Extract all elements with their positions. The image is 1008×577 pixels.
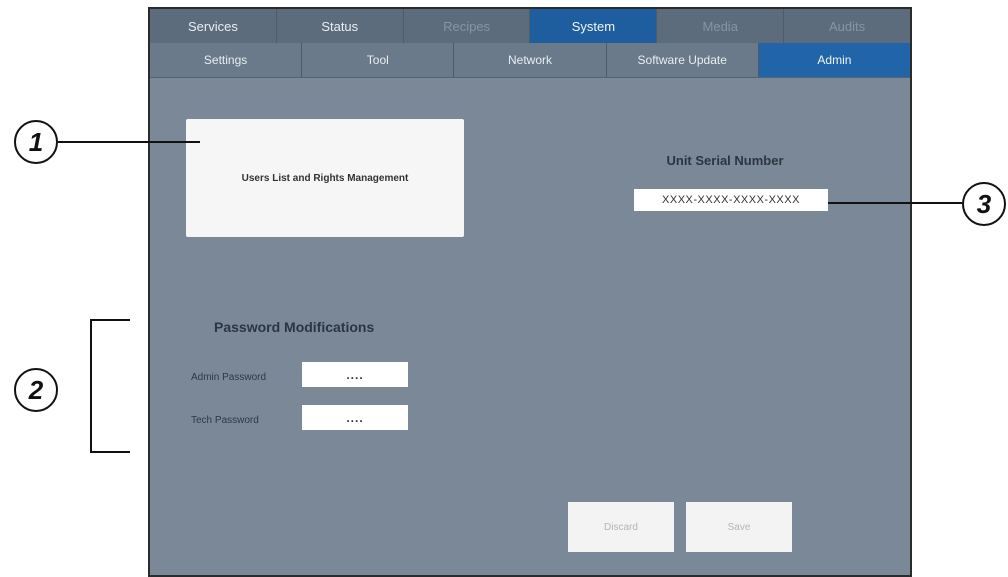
tab-settings[interactable]: Settings <box>150 43 303 77</box>
callout-1: 1 <box>14 120 58 164</box>
tab-tool[interactable]: Tool <box>302 43 455 77</box>
save-button[interactable]: Save <box>686 502 792 552</box>
tab-audits[interactable]: Audits <box>784 9 910 43</box>
users-rights-management-label: Users List and Rights Management <box>241 172 409 184</box>
tab-software-update[interactable]: Software Update <box>607 43 759 77</box>
primary-tab-bar: Services Status Recipes System Media Aud… <box>150 9 910 43</box>
tab-system[interactable]: System <box>530 9 658 43</box>
callout-2-bracket-bottom <box>90 451 130 453</box>
admin-screen: Services Status Recipes System Media Aud… <box>148 7 912 577</box>
users-rights-management-button[interactable]: Users List and Rights Management <box>186 119 464 237</box>
tab-recipes[interactable]: Recipes <box>404 9 531 43</box>
callout-2: 2 <box>14 368 58 412</box>
tab-admin[interactable]: Admin <box>758 43 911 77</box>
callout-3: 3 <box>962 182 1006 226</box>
admin-password-label: Admin Password <box>191 372 267 383</box>
unit-serial-number-value: XXXX-XXXX-XXXX-XXXX <box>634 189 828 211</box>
tech-password-field[interactable]: .... <box>302 405 408 430</box>
password-modifications-title: Password Modifications <box>214 319 375 335</box>
unit-serial-number-label: Unit Serial Number <box>666 153 784 168</box>
admin-password-field[interactable]: .... <box>302 362 408 387</box>
tab-services[interactable]: Services <box>150 9 277 43</box>
tab-status[interactable]: Status <box>277 9 404 43</box>
discard-button[interactable]: Discard <box>568 502 674 552</box>
secondary-tab-bar: Settings Tool Network Software Update Ad… <box>150 43 911 78</box>
callout-3-leader-line <box>828 202 962 204</box>
tab-media[interactable]: Media <box>657 9 785 43</box>
callout-2-bracket-vertical <box>90 319 92 453</box>
callout-1-leader-line <box>58 141 200 143</box>
tech-password-label: Tech Password <box>191 415 259 426</box>
tab-network[interactable]: Network <box>454 43 607 77</box>
callout-2-bracket-top <box>90 319 130 321</box>
